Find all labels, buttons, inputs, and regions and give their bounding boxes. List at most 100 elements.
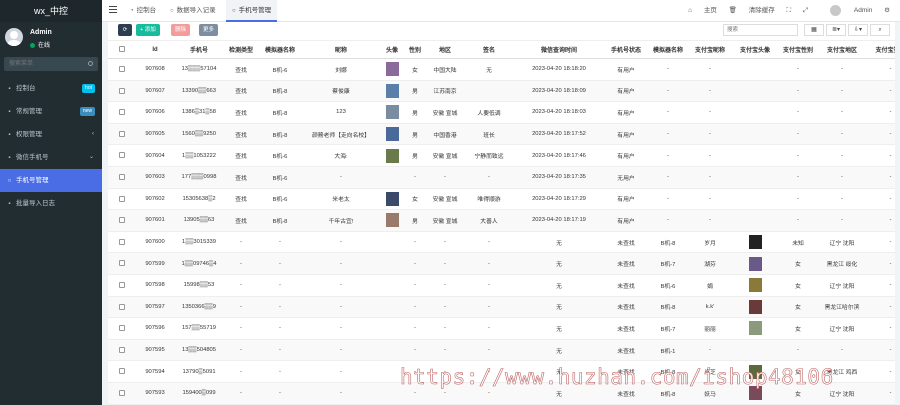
search-input[interactable]	[4, 57, 84, 71]
fullscreen-icon[interactable]: ⛶	[787, 7, 792, 14]
clear-cache-button[interactable]: 🗑 清除缓存	[729, 7, 775, 14]
column-header-12[interactable]: 模拟器名称	[648, 40, 688, 59]
cell-ali_sex: -	[778, 144, 818, 167]
sidebar-item-1[interactable]: ▪ 常规管理 new	[0, 100, 102, 123]
avatar-thumbnail[interactable]	[385, 62, 399, 77]
table-row[interactable]: 907605 1560▒▒9250 查找 B机-8 颜務老师【走向名校】 男中国香港 班长 2…	[108, 123, 895, 146]
avatar-thumbnail[interactable]	[385, 148, 399, 163]
sidebar-item-5[interactable]: ▪ 批量导入日志	[0, 192, 102, 215]
row-checkbox[interactable]	[119, 109, 125, 116]
cell-avatar	[380, 209, 404, 232]
table-row[interactable]: 907598 15998▒▒53- - - - - - 无未查找 B机-6 娟女辽宁 沈阳 -	[108, 274, 895, 297]
column-header-4[interactable]: 模拟器名称	[258, 40, 302, 59]
avatar-thumbnail[interactable]	[385, 105, 399, 120]
select-all-checkbox[interactable]	[119, 46, 125, 53]
table-row[interactable]: 907596 157▒▒55719- - - - - - 无未查找 B机-7 丽丽女辽宁 沈阳 -	[108, 317, 895, 340]
avatar-thumbnail[interactable]	[385, 191, 399, 206]
row-checkbox[interactable]	[119, 389, 125, 396]
table-search-input[interactable]	[723, 24, 798, 36]
add-button[interactable]: + 添加	[136, 24, 160, 36]
column-header-8[interactable]: 地区	[426, 40, 464, 59]
cell-phone: 15305638▒2	[174, 188, 224, 211]
settings-icon[interactable]: ⚙	[884, 7, 890, 14]
menu-toggle-icon[interactable]	[109, 6, 117, 14]
more-button[interactable]: 更多	[199, 24, 219, 36]
sidebar-item-2[interactable]: ▪ 权限管理 ‹	[0, 123, 102, 146]
table-row[interactable]: 907597 1350366▒▒9- - - - - - 无未查找 B机-8 k.k' 女黑龙江哈尔…	[108, 296, 895, 319]
avatar-thumbnail[interactable]	[748, 278, 762, 293]
table-row[interactable]: 907604 1▒▒1053222 查找 B机-6 大海: 男安徽 宣城 宁静而致远 2023…	[108, 144, 895, 167]
search-toggle-icon[interactable]: ⌕	[870, 24, 890, 36]
avatar-thumbnail[interactable]	[748, 321, 762, 336]
tab-2[interactable]: ○ 手机号管理	[226, 0, 278, 22]
list-view-icon[interactable]: ≣▾	[826, 24, 846, 36]
row-checkbox[interactable]	[119, 174, 125, 180]
table-row[interactable]: 907600 1▒▒3015339- - - - - - 无未查找 B机-8 岁月 未知 辽宁 沈阳 -	[108, 231, 895, 254]
column-header-5[interactable]: 昵称	[302, 40, 380, 59]
row-checkbox[interactable]	[119, 87, 125, 94]
table-row[interactable]: 907601 13905▒▒63 查找 B机-8 千年古宜! 男安徽 宣城 大善人 2023-…	[108, 209, 895, 232]
table-row[interactable]: 907606 1386▒31▒58 查找 B机-8 123 男安徽 宣城 人要低调 2023-…	[108, 101, 895, 124]
row-checkbox[interactable]	[119, 238, 125, 245]
cell-avatar	[380, 188, 404, 211]
cell-sign: 唯得顺游	[464, 188, 514, 211]
column-header-9[interactable]: 签名	[464, 40, 514, 59]
column-header-16[interactable]: 支付宝地区	[818, 40, 866, 59]
column-header-14[interactable]: 支付宝头像	[732, 40, 778, 59]
avatar-thumbnail[interactable]	[748, 299, 762, 314]
avatar-thumbnail[interactable]	[385, 83, 399, 98]
table-row[interactable]: 907595 13▒▒504805- - - - - - 无未查找 B机-1- - - -	[108, 339, 895, 362]
table-row[interactable]: 907607 13390▒▒663 查找 B机-8 蔡俊康 男江苏南京 2023-04-20…	[108, 80, 895, 103]
column-header-11[interactable]: 手机号状态	[604, 40, 648, 59]
search-icon[interactable]	[88, 61, 93, 66]
expand-icon[interactable]: ⤢	[803, 7, 808, 14]
table-row[interactable]: 907599 1▒▒09746▒4- - - - - - 无未查找 B机-7 湖芬女黑龙江 绥化 -	[108, 252, 895, 275]
columns-toggle-icon[interactable]: ▦	[804, 24, 824, 36]
column-header-15[interactable]: 支付宝性别	[778, 40, 818, 59]
row-checkbox[interactable]	[119, 130, 125, 137]
column-header-1[interactable]: Id	[136, 40, 174, 59]
delete-button[interactable]: 删除	[171, 24, 191, 36]
column-header-0[interactable]	[108, 40, 136, 59]
refresh-button[interactable]: ⟳	[118, 24, 132, 36]
cell-sim: -	[258, 382, 302, 405]
export-icon[interactable]: ⇩▾	[848, 24, 868, 36]
table-row[interactable]: 907603 177▒▒▒0998 查找 B机-6- - - -2023-04-20 18:…	[108, 166, 895, 189]
column-header-13[interactable]: 支付宝昵称	[688, 40, 732, 59]
row-checkbox[interactable]	[119, 217, 125, 224]
column-header-17[interactable]: 支付宝签名	[866, 40, 895, 59]
column-header-7[interactable]: 性别	[404, 40, 426, 59]
tab-0[interactable]: ◔ 控制台	[124, 0, 162, 22]
sidebar-item-0[interactable]: ▪ 控制台 hot	[0, 77, 102, 100]
cell-avatar	[380, 296, 404, 319]
user-menu[interactable]: Admin	[820, 4, 872, 16]
cell-avatar	[380, 144, 404, 167]
column-header-2[interactable]: 手机号	[174, 40, 224, 59]
avatar-thumbnail[interactable]	[748, 256, 762, 271]
column-header-3[interactable]: 检测类型	[224, 40, 258, 59]
row-checkbox[interactable]	[119, 346, 125, 353]
cell-sim2: -	[648, 188, 688, 211]
brand-logo[interactable]: wx_中控	[0, 0, 102, 22]
row-checkbox[interactable]	[119, 152, 125, 159]
row-checkbox[interactable]	[119, 195, 125, 202]
sidebar-item-3[interactable]: ▪ 微信手机号 ⌄	[0, 146, 102, 169]
row-checkbox[interactable]	[119, 368, 125, 375]
tab-1[interactable]: ○ 数据导入记录	[164, 0, 222, 22]
cell-id: 907596	[136, 317, 174, 340]
row-checkbox[interactable]	[119, 260, 125, 267]
row-checkbox[interactable]	[119, 66, 125, 73]
avatar-thumbnail[interactable]	[385, 127, 399, 142]
sidebar-item-4[interactable]: ○ 手机号管理	[0, 169, 102, 192]
row-checkbox[interactable]	[119, 281, 125, 288]
table-row[interactable]: 907608 13▒▒▒57104 查找 B机-6 刘娜 女中国大陆无 2023-04-20…	[108, 58, 895, 81]
home-link[interactable]: ⌂ 主页	[688, 7, 717, 14]
column-header-10[interactable]: 微信查询时间	[514, 40, 604, 59]
avatar-thumbnail[interactable]	[748, 235, 762, 250]
table-row[interactable]: 907602 15305638▒2 查找 B机-6 米老太 女安徽 宣城 唯得顺游 2023-…	[108, 188, 895, 211]
column-header-6[interactable]: 头像	[380, 40, 404, 59]
row-checkbox[interactable]	[119, 325, 125, 332]
row-checkbox[interactable]	[119, 303, 125, 310]
avatar-thumbnail[interactable]	[385, 213, 399, 228]
table-header: Id 手机号 检测类型 模拟器名称 昵称 头像 性别 地区 签名 微信查询时间 手机号状态 模拟器名称…	[108, 40, 895, 59]
